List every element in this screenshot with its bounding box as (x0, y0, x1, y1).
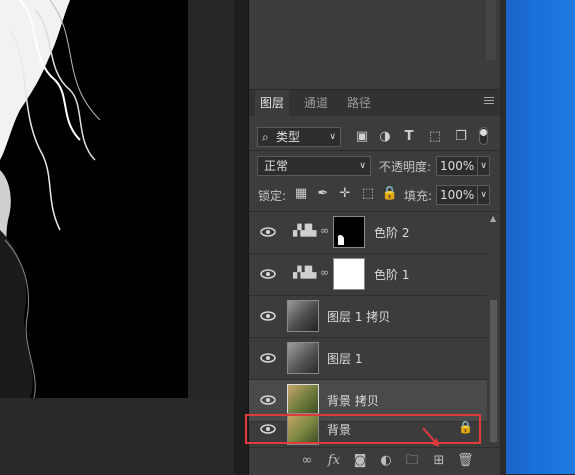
filter-kind-label: 类型 (276, 130, 301, 144)
tab-layers[interactable]: 图层 (255, 90, 289, 117)
new-layer-icon[interactable]: ⊞ (431, 453, 447, 469)
filter-smartobject-icon[interactable]: ❐ (452, 129, 470, 145)
layer-mask-thumbnail[interactable] (333, 258, 365, 290)
folder-icon[interactable]: 🗀 (404, 453, 420, 469)
layer-row[interactable]: 图层 1 (249, 338, 487, 379)
layers-panel: 图层 通道 路径 ⌕ 类型 ∨ ▣ ◑ T ⬚ ❐ 正常 ∨ 不透明度: 100… (245, 90, 500, 475)
opacity-label: 不透明度: (379, 160, 432, 174)
layer-name[interactable]: 背景 拷贝 (327, 392, 379, 409)
canvas-image (0, 0, 188, 398)
chevron-down-icon: ∨ (329, 132, 336, 142)
panel-tab-bar: 图层 通道 路径 (249, 90, 500, 117)
trash-icon[interactable]: 🗑 (457, 453, 474, 469)
adjustment-layer-icon[interactable]: ◐ (378, 453, 394, 469)
upper-panel-scrollbar[interactable] (486, 0, 496, 60)
panel-menu-icon[interactable] (484, 97, 494, 105)
fill-label: 填充: (404, 189, 433, 203)
levels-adjustment-icon: ▞▟▙ (293, 224, 316, 237)
canvas-pasteboard (0, 398, 234, 474)
link-layers-icon[interactable]: ∞ (299, 453, 315, 469)
lock-label: 锁定: (258, 189, 287, 203)
tab-channels[interactable]: 通道 (299, 90, 333, 116)
fill-value: 100% (440, 188, 475, 202)
document-canvas[interactable] (0, 0, 188, 398)
levels-adjustment-icon: ▞▟▙ (293, 266, 316, 279)
layer-thumbnail (287, 342, 319, 374)
tab-paths[interactable]: 路径 (342, 90, 376, 116)
layer-name[interactable]: 图层 1 拷贝 (327, 308, 390, 325)
scroll-up-icon[interactable]: ▲ (490, 214, 496, 223)
scrollbar-thumb[interactable] (490, 300, 497, 442)
lock-position-icon[interactable]: ✛ (336, 186, 354, 202)
opacity-value: 100% (440, 159, 475, 173)
lock-transparent-icon[interactable]: ▦ (292, 186, 310, 202)
add-mask-icon[interactable]: ◙ (352, 453, 368, 469)
eye-icon[interactable] (260, 351, 276, 365)
link-icon[interactable]: ∞ (320, 266, 329, 279)
filter-type-icon[interactable]: T (400, 129, 418, 145)
eye-icon[interactable] (260, 225, 276, 239)
eye-icon[interactable] (260, 309, 276, 323)
layer-thumbnail (287, 300, 319, 332)
layer-name[interactable]: 色阶 1 (374, 266, 409, 283)
chevron-down-icon[interactable]: ∨ (477, 157, 487, 175)
eye-icon[interactable] (260, 393, 276, 407)
blend-mode-value: 正常 (264, 159, 289, 173)
divider (249, 150, 500, 151)
upper-panel (249, 0, 500, 90)
filter-kind-select[interactable]: ⌕ 类型 ∨ (257, 127, 341, 147)
link-icon[interactable]: ∞ (320, 224, 329, 237)
panel-separator[interactable] (234, 0, 249, 474)
layer-row[interactable]: 图层 1 拷贝 (249, 296, 487, 337)
lock-brush-icon[interactable]: ✒ (314, 186, 332, 202)
layer-name[interactable]: 图层 1 (327, 350, 362, 367)
layer-name[interactable]: 色阶 2 (374, 224, 409, 241)
eye-icon[interactable] (260, 267, 276, 281)
chevron-down-icon[interactable]: ∨ (477, 186, 487, 204)
fx-icon[interactable]: fx (326, 453, 342, 469)
filter-pixel-icon[interactable]: ▣ (353, 129, 371, 145)
lock-all-icon[interactable]: 🔒 (381, 186, 399, 202)
search-icon: ⌕ (262, 130, 269, 144)
desktop-background (506, 0, 575, 474)
filter-shape-icon[interactable]: ⬚ (426, 129, 444, 145)
layer-mask-thumbnail[interactable] (333, 216, 365, 248)
layer-thumbnail (287, 384, 319, 416)
lock-artboard-icon[interactable]: ⬚ (359, 186, 377, 202)
layer-row[interactable]: ▞▟▙ ∞ 色阶 2 (249, 212, 487, 253)
filter-adjustment-icon[interactable]: ◑ (376, 129, 394, 145)
arrow-annotation (422, 427, 439, 447)
filter-toggle[interactable] (479, 127, 488, 145)
layer-row[interactable]: ▞▟▙ ∞ 色阶 1 (249, 254, 487, 295)
chevron-down-icon: ∨ (359, 161, 366, 171)
blend-mode-select[interactable]: 正常 ∨ (257, 156, 371, 176)
fill-field[interactable]: 100% ∨ (436, 185, 490, 205)
opacity-field[interactable]: 100% ∨ (436, 156, 490, 176)
layers-bottom-toolbar: ∞ fx ◙ ◐ 🗀 ⊞ 🗑 (249, 427, 500, 475)
